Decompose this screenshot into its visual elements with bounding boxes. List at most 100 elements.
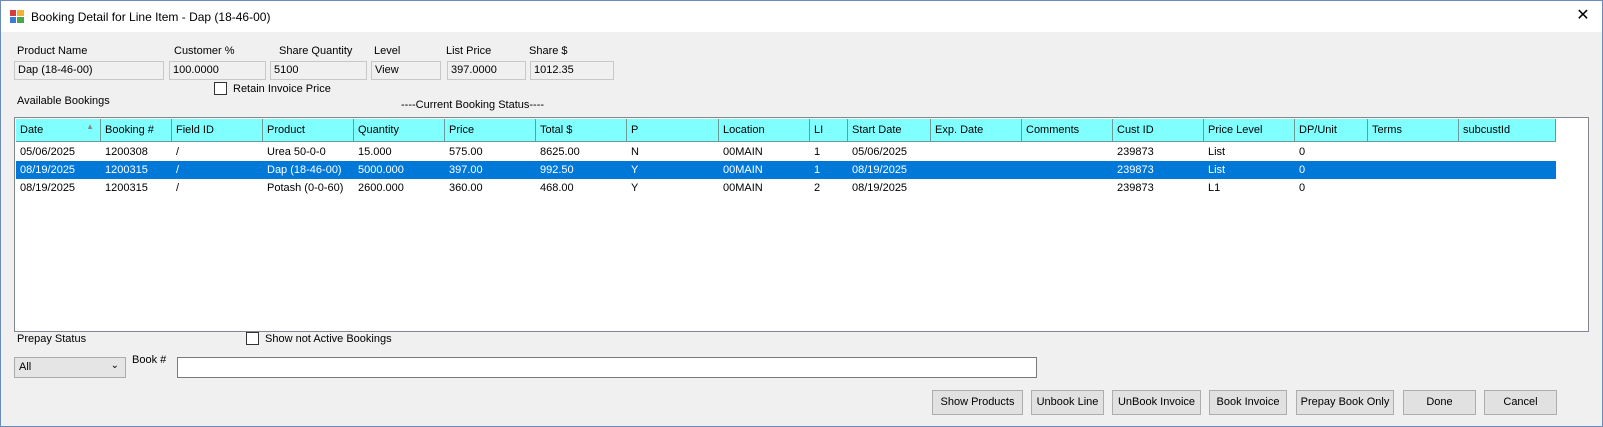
unbook-line-button[interactable]: Unbook Line <box>1031 390 1104 415</box>
cell-cust-id: 239873 <box>1117 146 1154 158</box>
column-header-terms[interactable]: Terms <box>1368 119 1459 142</box>
book-number-input[interactable] <box>177 357 1037 378</box>
cell-dp-unit: 0 <box>1299 164 1306 176</box>
column-header-p[interactable]: P <box>627 119 719 142</box>
booking-detail-window: Booking Detail for Line Item - Dap (18-4… <box>0 0 1603 427</box>
cell-product: Potash (0-0-60) <box>267 182 344 194</box>
prepay-status-select[interactable]: All ⌄ <box>14 357 126 378</box>
column-header-li[interactable]: LI <box>810 119 848 142</box>
cell-price-level: L1 <box>1208 182 1221 194</box>
grid-header: Date ▲ Booking # Field ID Product Quantity Pri… <box>16 119 1556 142</box>
cell-date: 08/19/2025 <box>20 164 76 176</box>
product-name-field: Dap (18-46-00) <box>14 61 164 80</box>
cancel-button[interactable]: Cancel <box>1484 390 1557 415</box>
product-name-label: Product Name <box>17 45 88 57</box>
unbook-invoice-button[interactable]: UnBook Invoice <box>1112 390 1201 415</box>
cell-quantity: 2600.000 <box>358 182 404 194</box>
share-quantity-label: Share Quantity <box>279 45 353 57</box>
column-header-dp-unit[interactable]: DP/Unit <box>1295 119 1368 142</box>
cell-start-date: 05/06/2025 <box>852 146 908 158</box>
show-not-active-label: Show not Active Bookings <box>265 333 392 345</box>
list-price-label: List Price <box>446 45 492 57</box>
column-header-comments[interactable]: Comments <box>1022 119 1113 142</box>
cell-price: 397.00 <box>449 164 483 176</box>
cell-field-id: / <box>176 164 180 176</box>
cell-terms <box>1368 179 1459 197</box>
cell-exp-date <box>931 179 1022 197</box>
cell-field-id: / <box>176 182 180 194</box>
cell-subcust-id <box>1459 161 1556 179</box>
cell-date: 05/06/2025 <box>20 146 76 158</box>
customer-pct-field: 100.0000 <box>169 61 266 80</box>
share-dollars-label: Share $ <box>529 45 568 57</box>
table-row[interactable]: 08/19/2025 1200315 / Potash (0-0-60) 2600.00… <box>16 179 1556 197</box>
cell-price-level: List <box>1208 146 1226 158</box>
cell-p: Y <box>631 182 639 194</box>
done-button[interactable]: Done <box>1403 390 1476 415</box>
column-header-cust-id[interactable]: Cust ID <box>1113 119 1204 142</box>
column-header-exp-date[interactable]: Exp. Date <box>931 119 1022 142</box>
cell-exp-date <box>931 143 1022 161</box>
cell-product: Dap (18-46-00) <box>267 164 342 176</box>
share-quantity-field: 5100 <box>270 61 367 80</box>
level-label: Level <box>374 45 401 57</box>
column-header-price-level[interactable]: Price Level <box>1204 119 1295 142</box>
column-header-start-date[interactable]: Start Date <box>848 119 931 142</box>
cell-booking-num: 1200308 <box>105 146 148 158</box>
column-header-price[interactable]: Price <box>445 119 536 142</box>
close-icon[interactable]: ✕ <box>1572 6 1594 26</box>
title-bar: Booking Detail for Line Item - Dap (18-4… <box>1 1 1602 32</box>
cell-terms <box>1368 143 1459 161</box>
cell-price: 360.00 <box>449 182 483 194</box>
prepay-book-only-button[interactable]: Prepay Book Only <box>1296 390 1394 415</box>
column-header-booking-num[interactable]: Booking # <box>101 119 172 142</box>
cell-price: 575.00 <box>449 146 483 158</box>
column-header-product[interactable]: Product <box>263 119 354 142</box>
cell-comments <box>1022 161 1113 179</box>
prepay-status-value: All <box>19 361 32 373</box>
cell-comments <box>1022 143 1113 161</box>
cell-p: Y <box>631 164 639 176</box>
cell-p: N <box>631 146 639 158</box>
cell-total: 992.50 <box>540 164 574 176</box>
customer-pct-label: Customer % <box>174 45 235 57</box>
cell-price-level: List <box>1208 164 1226 176</box>
chevron-down-icon: ⌄ <box>110 360 119 371</box>
cell-total: 8625.00 <box>540 146 580 158</box>
column-header-location[interactable]: Location <box>719 119 810 142</box>
cell-total: 468.00 <box>540 182 574 194</box>
table-row[interactable]: 05/06/2025 1200308 / Urea 50-0-0 15.000 575.0… <box>16 143 1556 161</box>
cell-subcust-id <box>1459 143 1556 161</box>
show-not-active-checkbox[interactable] <box>246 332 259 345</box>
table-row[interactable]: 08/19/2025 1200315 / Dap (18-46-00) 5000.000… <box>16 161 1556 179</box>
cell-quantity: 15.000 <box>358 146 392 158</box>
share-dollars-field: 1012.35 <box>530 61 614 80</box>
cell-cust-id: 239873 <box>1117 182 1154 194</box>
show-products-button[interactable]: Show Products <box>932 390 1023 415</box>
cell-cust-id: 239873 <box>1117 164 1154 176</box>
cell-booking-num: 1200315 <box>105 164 148 176</box>
retain-invoice-price-checkbox[interactable] <box>214 82 227 95</box>
list-price-field: 397.0000 <box>447 61 526 80</box>
cell-start-date: 08/19/2025 <box>852 182 908 194</box>
level-field: View <box>371 61 441 80</box>
column-header-field-id[interactable]: Field ID <box>172 119 263 142</box>
column-header-date[interactable]: Date ▲ <box>16 119 101 142</box>
window-title: Booking Detail for Line Item - Dap (18-4… <box>31 10 271 24</box>
sort-ascending-icon: ▲ <box>86 122 94 131</box>
cell-dp-unit: 0 <box>1299 182 1306 194</box>
cell-comments <box>1022 179 1113 197</box>
retain-invoice-price-label: Retain Invoice Price <box>233 83 331 95</box>
cell-location: 00MAIN <box>723 182 763 194</box>
current-booking-status: ----Current Booking Status---- <box>401 99 545 111</box>
column-header-quantity[interactable]: Quantity <box>354 119 445 142</box>
column-header-total[interactable]: Total $ <box>536 119 627 142</box>
book-invoice-button[interactable]: Book Invoice <box>1209 390 1287 415</box>
cell-quantity: 5000.000 <box>358 164 404 176</box>
bookings-grid[interactable]: Date ▲ Booking # Field ID Product Quantity Pri… <box>14 117 1589 332</box>
column-header-subcust-id[interactable]: subcustId <box>1459 119 1556 142</box>
cell-dp-unit: 0 <box>1299 146 1306 158</box>
app-icon <box>10 10 24 23</box>
cell-exp-date <box>931 161 1022 179</box>
cell-terms <box>1368 161 1459 179</box>
